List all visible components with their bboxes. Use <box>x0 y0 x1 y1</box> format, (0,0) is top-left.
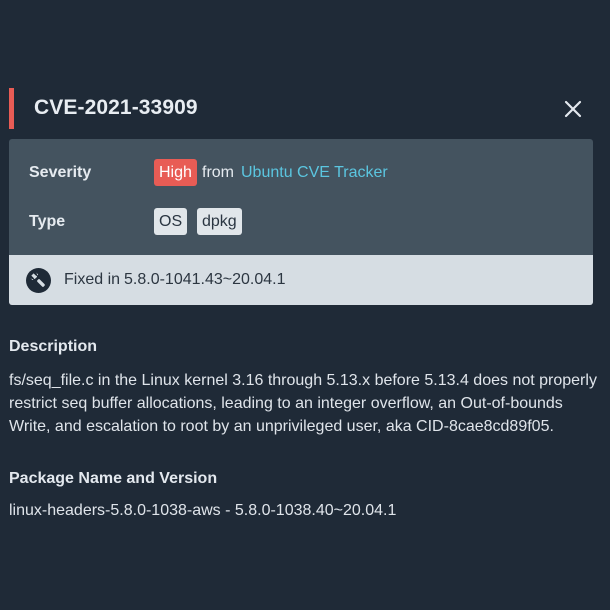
fixed-in-label: Fixed in <box>64 271 121 288</box>
wrench-icon <box>26 268 51 293</box>
package-name-version: linux-headers-5.8.0-1038-aws - 5.8.0-103… <box>9 502 397 519</box>
type-tag-dpkg: dpkg <box>197 208 242 235</box>
severity-accent-bar <box>9 88 14 129</box>
dialog-header: CVE-2021-33909 <box>0 88 610 130</box>
details-card: Severity High from Ubuntu CVE Tracker Ty… <box>9 139 593 305</box>
severity-from-text: from <box>202 164 234 181</box>
close-button[interactable] <box>561 97 585 121</box>
type-label: Type <box>29 213 66 230</box>
fixed-in-strip: Fixed in 5.8.0-1041.43~20.04.1 <box>9 255 593 305</box>
severity-badge: High <box>154 159 197 186</box>
description-text: fs/seq_file.c in the Linux kernel 3.16 t… <box>9 372 597 435</box>
fixed-in-version: 5.8.0-1041.43~20.04.1 <box>124 271 286 288</box>
severity-source-link[interactable]: Ubuntu CVE Tracker <box>241 164 388 182</box>
package-heading: Package Name and Version <box>9 470 218 487</box>
cve-title: CVE-2021-33909 <box>34 96 198 119</box>
description-heading: Description <box>9 338 98 355</box>
type-tag-os: OS <box>154 208 188 235</box>
close-icon[interactable] <box>561 97 585 121</box>
severity-label: Severity <box>29 164 92 181</box>
